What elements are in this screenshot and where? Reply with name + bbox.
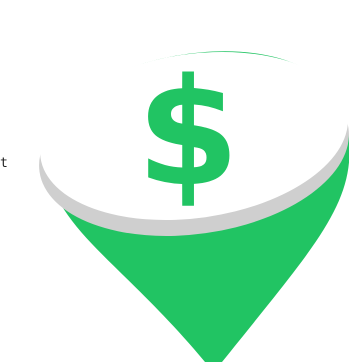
marker-graphic: t $ <box>0 0 349 362</box>
dollar-symbol: $ <box>137 47 240 219</box>
map-pin-dollar-icon: $ <box>39 47 349 362</box>
